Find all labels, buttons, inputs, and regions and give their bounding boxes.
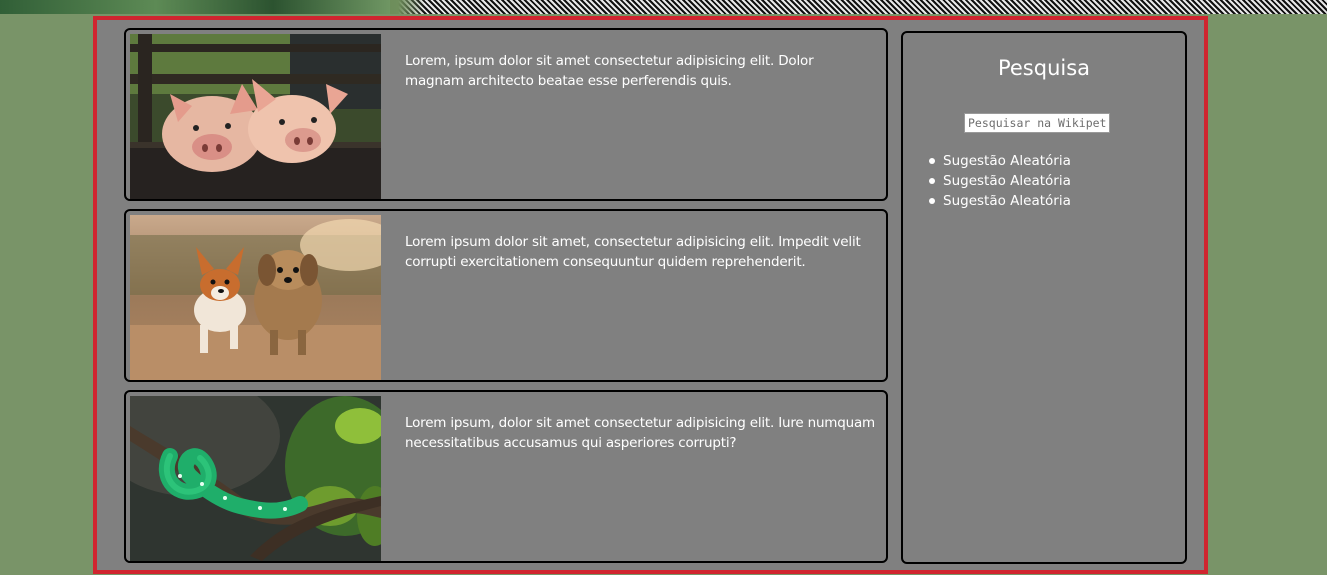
pigs-photo <box>130 34 381 199</box>
header-banner-image <box>0 0 1327 14</box>
suggestion-list: Sugestão Aleatória Sugestão Aleatória Su… <box>929 151 1071 211</box>
search-input[interactable] <box>964 113 1110 133</box>
suggestion-item[interactable]: Sugestão Aleatória <box>929 171 1071 191</box>
article-text: Lorem ipsum, dolor sit amet consectetur … <box>405 415 876 451</box>
snake-photo <box>130 396 381 561</box>
article-card-pigs: Lorem, ipsum dolor sit amet consectetur … <box>124 28 888 201</box>
search-sidebar: Pesquisa Sugestão Aleatória Sugestão Ale… <box>901 31 1187 564</box>
article-card-dogs: Lorem ipsum dolor sit amet, consectetur … <box>124 209 888 382</box>
article-text: Lorem, ipsum dolor sit amet consectetur … <box>405 53 814 89</box>
article-card-snake: Lorem ipsum, dolor sit amet consectetur … <box>124 390 888 563</box>
suggestion-item[interactable]: Sugestão Aleatória <box>929 151 1071 171</box>
sidebar-title: Pesquisa <box>997 56 1091 80</box>
main-content-frame: Lorem, ipsum dolor sit amet consectetur … <box>93 16 1208 574</box>
suggestion-item[interactable]: Sugestão Aleatória <box>929 191 1071 211</box>
article-text: Lorem ipsum dolor sit amet, consectetur … <box>405 234 861 270</box>
dogs-photo <box>130 215 381 380</box>
